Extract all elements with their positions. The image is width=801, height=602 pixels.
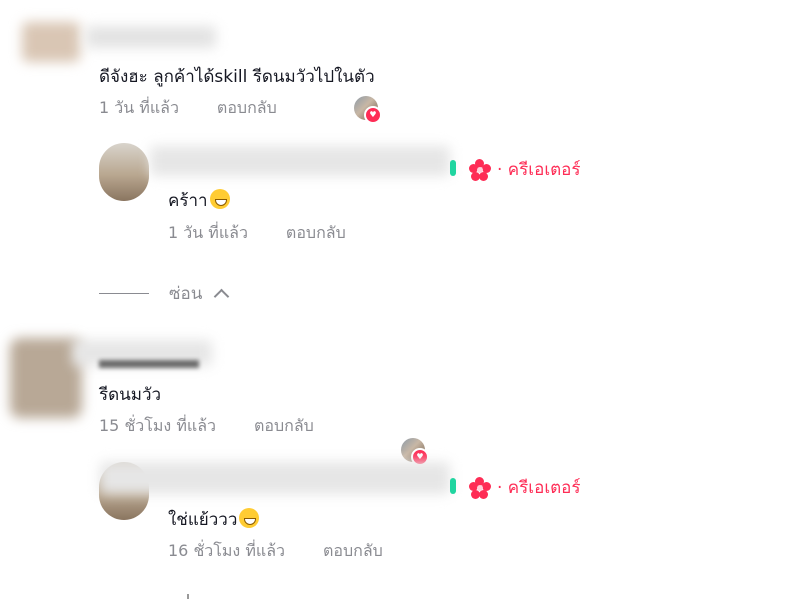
laughing-emoji-icon [209, 189, 230, 209]
comment-time: 15 ชั่วโมง ที่แล้ว [99, 416, 216, 435]
creator-badge: · ครีเอเตอร์ [469, 156, 581, 183]
comment-text: ดีจังฮะ ลูกค้าได้skill รีดนมวัวไปในตัว [99, 67, 375, 87]
cut-off-mark [187, 594, 189, 599]
creator-name[interactable] [100, 462, 450, 494]
heart-icon: ♥ [364, 106, 382, 124]
creator-label: · ครีเอเตอร์ [497, 160, 581, 180]
creator-liked-indicator: ♥ [354, 96, 382, 124]
creator-badge: · ครีเอเตอร์ [469, 474, 581, 501]
creator-name[interactable] [150, 146, 450, 176]
creator-label: · ครีเอเตอร์ [497, 478, 581, 498]
creator-liked-indicator: ♥ [401, 438, 429, 466]
reply-button[interactable]: ตอบกลับ [323, 539, 383, 564]
reply-text-content: คร้าา [168, 191, 208, 211]
verified-mark [450, 160, 456, 176]
reply-button[interactable]: ตอบกลับ [254, 414, 314, 439]
reply-time: 16 ชั่วโมง ที่แล้ว [168, 541, 285, 560]
verified-mark [450, 478, 456, 494]
hide-label: ซ่อน [169, 284, 203, 304]
flower-icon [469, 476, 491, 499]
comment-meta: 1 วัน ที่แล้ว ตอบกลับ [99, 96, 277, 121]
commenter-avatar[interactable] [22, 22, 80, 62]
chevron-up-icon [214, 288, 230, 305]
divider-line [99, 293, 149, 294]
grinning-emoji-icon [239, 508, 260, 528]
comment-text: รีดนมวัว [99, 385, 162, 405]
reply-meta: 16 ชั่วโมง ที่แล้ว ตอบกลับ [168, 539, 383, 564]
comment-meta: 15 ชั่วโมง ที่แล้ว ตอบกลับ [99, 414, 314, 439]
reply-button[interactable]: ตอบกลับ [286, 221, 346, 246]
reply-time: 1 วัน ที่แล้ว [168, 223, 248, 242]
reply-text: คร้าา [168, 187, 230, 214]
creator-avatar[interactable] [99, 143, 149, 201]
reply-text-content: ใช่แย้ววว [168, 510, 238, 530]
comment-time: 1 วัน ที่แล้ว [99, 98, 179, 117]
reply-text: ใช่แย้ววว [168, 506, 260, 533]
commenter-name[interactable] [86, 26, 216, 48]
reply-button[interactable]: ตอบกลับ [217, 96, 277, 121]
hide-replies-button[interactable]: ซ่อน [99, 280, 230, 307]
flower-icon [469, 158, 491, 181]
reply-meta: 1 วัน ที่แล้ว ตอบกลับ [168, 221, 346, 246]
commenter-name-partial [99, 360, 199, 368]
